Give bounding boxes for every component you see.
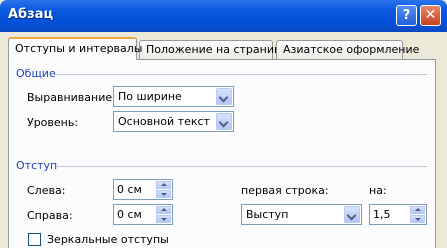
- spin-buttons: [410, 206, 425, 223]
- by-label: на:: [369, 184, 387, 197]
- spin-buttons: [156, 206, 171, 223]
- help-icon: ?: [402, 8, 411, 23]
- tab-indents-spacing[interactable]: Отступы и интервалы: [8, 37, 143, 60]
- level-select[interactable]: Основной текст: [113, 111, 234, 132]
- dropdown-arrow-icon[interactable]: [216, 88, 232, 105]
- spin-buttons: [156, 181, 171, 198]
- tab-panel: Общие Выравнивание: По ширине Уровень: О…: [8, 59, 436, 248]
- section-title-general: Общие: [16, 67, 56, 80]
- spin-down-icon[interactable]: [156, 215, 171, 223]
- tab-label: Положение на странице: [146, 43, 289, 56]
- left-indent-label: Слева:: [27, 184, 66, 197]
- tab-page-position[interactable]: Положение на странице: [139, 40, 288, 59]
- tab-label: Азиатское оформление: [283, 43, 420, 56]
- right-indent-spinner[interactable]: 0 см: [113, 204, 173, 225]
- first-line-value: Выступ: [246, 208, 289, 221]
- spin-down-icon[interactable]: [410, 215, 425, 223]
- title-bar[interactable]: Абзац ? ✕: [0, 0, 447, 32]
- level-label: Уровень:: [27, 116, 79, 129]
- section-title-indent: Отступ: [16, 159, 58, 172]
- spin-up-icon[interactable]: [410, 206, 425, 214]
- first-line-by-spinner[interactable]: 1,5: [369, 204, 427, 225]
- close-icon: ✕: [424, 7, 437, 23]
- dialog-body: Отступы и интервалы Положение на страниц…: [0, 32, 447, 248]
- first-line-label: первая строка:: [241, 184, 329, 197]
- spin-down-icon[interactable]: [156, 190, 171, 198]
- right-indent-label: Справа:: [27, 209, 73, 222]
- alignment-label: Выравнивание:: [27, 91, 116, 104]
- mirror-indents-checkbox[interactable]: [28, 233, 41, 246]
- spin-up-icon[interactable]: [156, 206, 171, 214]
- mirror-indents-label[interactable]: Зеркальные отступы: [47, 233, 169, 246]
- first-line-by-value: 1,5: [373, 208, 391, 221]
- close-button[interactable]: ✕: [420, 5, 441, 26]
- dropdown-arrow-icon[interactable]: [216, 113, 232, 130]
- section-divider: [55, 74, 427, 75]
- dropdown-arrow-icon[interactable]: [344, 206, 360, 223]
- tab-asian-typography[interactable]: Азиатское оформление: [276, 40, 419, 59]
- first-line-select[interactable]: Выступ: [241, 204, 362, 225]
- paragraph-dialog: Абзац ? ✕ Отступы и интервалы Положение …: [0, 0, 447, 248]
- left-indent-value: 0 см: [117, 183, 142, 196]
- window-title: Абзац: [8, 7, 54, 22]
- alignment-value: По ширине: [118, 90, 182, 103]
- left-indent-spinner[interactable]: 0 см: [113, 179, 173, 200]
- level-value: Основной текст: [118, 115, 210, 128]
- help-button[interactable]: ?: [396, 5, 417, 26]
- alignment-select[interactable]: По ширине: [113, 86, 234, 107]
- right-indent-value: 0 см: [117, 208, 142, 221]
- spin-up-icon[interactable]: [156, 181, 171, 189]
- section-divider: [57, 166, 427, 167]
- tab-label: Отступы и интервалы: [15, 42, 143, 55]
